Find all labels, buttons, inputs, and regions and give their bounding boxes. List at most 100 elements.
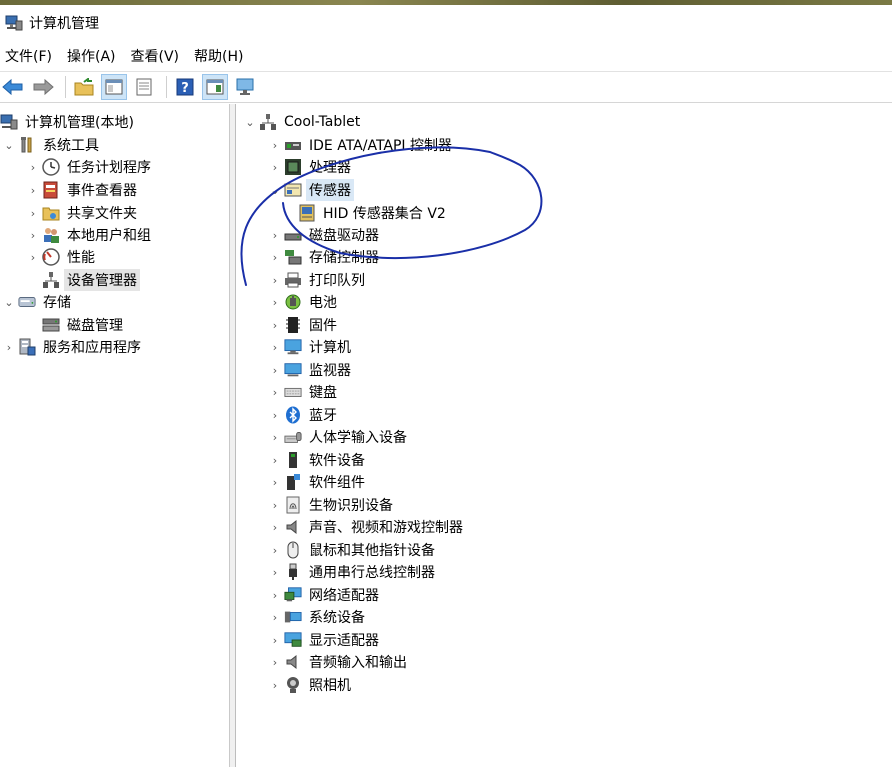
chevron-down-icon[interactable]: ⌄: [2, 139, 16, 152]
monitor-icon[interactable]: [232, 74, 258, 100]
device-category-software-devices[interactable]: › 软件设备: [268, 449, 368, 471]
device-category-storage-controllers[interactable]: › 存储控制器: [268, 246, 382, 268]
tree-item-shared-folders[interactable]: › 共享文件夹: [26, 202, 140, 224]
chevron-right-icon[interactable]: ›: [268, 521, 282, 534]
chevron-right-icon[interactable]: ›: [268, 544, 282, 557]
device-category-monitors[interactable]: › 监视器: [268, 359, 354, 381]
printer-icon: [284, 271, 302, 289]
chevron-right-icon[interactable]: ›: [26, 251, 40, 264]
action-pane-icon[interactable]: [202, 74, 228, 100]
chevron-right-icon[interactable]: ›: [268, 319, 282, 332]
chevron-right-icon[interactable]: ›: [268, 251, 282, 264]
device-category-bluetooth[interactable]: › 蓝牙: [268, 404, 340, 426]
back-icon[interactable]: [0, 74, 26, 100]
tree-item-event-viewer[interactable]: › 事件查看器: [26, 179, 140, 201]
show-hide-tree-icon[interactable]: [101, 74, 127, 100]
tree-item-local-users[interactable]: › 本地用户和组: [26, 224, 154, 246]
chevron-right-icon[interactable]: ›: [268, 454, 282, 467]
up-folder-icon[interactable]: [71, 74, 97, 100]
device-category-sound[interactable]: › 声音、视频和游戏控制器: [268, 516, 466, 538]
device-category-label: 通用串行总线控制器: [309, 565, 435, 581]
menu-view[interactable]: 查看(V): [126, 44, 185, 70]
properties-icon[interactable]: [131, 74, 157, 100]
device-category-ide[interactable]: › IDE ATA/ATAPI 控制器: [268, 134, 455, 156]
device-category-cameras[interactable]: › 照相机: [268, 674, 354, 696]
chevron-right-icon[interactable]: ›: [268, 139, 282, 152]
chevron-right-icon[interactable]: ›: [268, 296, 282, 309]
clock-icon: [42, 158, 60, 176]
tree-item-device-manager[interactable]: 设备管理器: [26, 269, 140, 291]
device-category-firmware[interactable]: › 固件: [268, 314, 340, 336]
tree-item-system-tools[interactable]: ⌄ 系统工具: [2, 134, 102, 156]
chevron-right-icon[interactable]: ›: [268, 274, 282, 287]
tree-item-root[interactable]: 计算机管理(本地): [0, 111, 137, 133]
chevron-right-icon[interactable]: ›: [268, 364, 282, 377]
chevron-right-icon[interactable]: ›: [26, 229, 40, 242]
device-category-label: 处理器: [309, 160, 351, 176]
chevron-right-icon[interactable]: ›: [26, 184, 40, 197]
chevron-right-icon[interactable]: ›: [268, 341, 282, 354]
chevron-right-icon[interactable]: ›: [268, 499, 282, 512]
device-category-disk-drives[interactable]: › 磁盘驱动器: [268, 224, 382, 246]
device-category-display[interactable]: › 显示适配器: [268, 629, 382, 651]
window-title: 计算机管理: [29, 16, 99, 32]
tree-item-task-scheduler[interactable]: › 任务计划程序: [26, 156, 154, 178]
help-icon[interactable]: ?: [172, 74, 198, 100]
menu-action[interactable]: 操作(A): [62, 44, 121, 70]
chevron-right-icon[interactable]: ›: [268, 634, 282, 647]
menu-file[interactable]: 文件(F): [0, 44, 57, 70]
chevron-right-icon[interactable]: ›: [26, 207, 40, 220]
chevron-right-icon[interactable]: ›: [268, 656, 282, 669]
chevron-right-icon[interactable]: ›: [268, 611, 282, 624]
device-category-print-queues[interactable]: › 打印队列: [268, 269, 368, 291]
device-category-network[interactable]: › 网络适配器: [268, 584, 382, 606]
chevron-right-icon[interactable]: ›: [2, 341, 16, 354]
forward-icon[interactable]: [30, 74, 56, 100]
device-category-keyboards[interactable]: › 键盘: [268, 381, 340, 403]
device-category-biometric[interactable]: › 生物识别设备: [268, 494, 396, 516]
device-category-usb[interactable]: › 通用串行总线控制器: [268, 561, 438, 583]
device-root[interactable]: ⌄ Cool-Tablet: [243, 111, 363, 133]
tree-item-performance[interactable]: › 性能: [26, 246, 98, 268]
device-category-hid[interactable]: › 人体学输入设备: [268, 426, 410, 448]
pane-splitter[interactable]: [230, 104, 236, 767]
chevron-right-icon[interactable]: ›: [268, 431, 282, 444]
device-category-label: 磁盘驱动器: [309, 228, 379, 244]
device-item-label: HID 传感器集合 V2: [323, 206, 446, 222]
chevron-right-icon[interactable]: ›: [268, 476, 282, 489]
toolbar: ?: [0, 71, 892, 103]
firmware-icon: [284, 316, 302, 334]
disk-drive-icon: [284, 226, 302, 244]
device-category-computer[interactable]: › 计算机: [268, 336, 354, 358]
chevron-down-icon[interactable]: ⌄: [268, 184, 282, 197]
chevron-right-icon[interactable]: ›: [268, 229, 282, 242]
tree-item-storage[interactable]: ⌄ 存储: [2, 291, 74, 313]
device-category-batteries[interactable]: › 电池: [268, 291, 340, 313]
chevron-right-icon[interactable]: ›: [268, 679, 282, 692]
device-category-processors[interactable]: › 处理器: [268, 156, 354, 178]
device-category-software-components[interactable]: › 软件组件: [268, 471, 368, 493]
chevron-right-icon[interactable]: ›: [268, 409, 282, 422]
chevron-down-icon[interactable]: ⌄: [243, 116, 257, 129]
bluetooth-icon: [284, 406, 302, 424]
device-category-sensors[interactable]: ⌄ 传感器: [268, 179, 354, 201]
device-category-label: IDE ATA/ATAPI 控制器: [309, 138, 453, 154]
disk-management-icon: [42, 316, 60, 334]
chevron-right-icon[interactable]: ›: [268, 589, 282, 602]
storage-icon: [18, 293, 36, 311]
chevron-down-icon[interactable]: ⌄: [2, 296, 16, 309]
chevron-right-icon[interactable]: ›: [26, 161, 40, 174]
tree-item-disk-management[interactable]: 磁盘管理: [26, 314, 126, 336]
device-category-label: 显示适配器: [309, 633, 379, 649]
device-category-mice[interactable]: › 鼠标和其他指针设备: [268, 539, 438, 561]
device-item-hid-sensor[interactable]: HID 传感器集合 V2: [296, 202, 449, 224]
chevron-right-icon[interactable]: ›: [268, 161, 282, 174]
device-category-audio-io[interactable]: › 音频输入和输出: [268, 651, 410, 673]
chevron-right-icon[interactable]: ›: [268, 566, 282, 579]
chevron-right-icon[interactable]: ›: [268, 386, 282, 399]
tree-item-services-apps[interactable]: › 服务和应用程序: [2, 336, 144, 358]
device-category-label: 打印队列: [309, 273, 365, 289]
computer-management-icon: [5, 14, 23, 32]
menu-help[interactable]: 帮助(H): [189, 44, 248, 70]
device-category-system-devices[interactable]: › 系统设备: [268, 606, 368, 628]
